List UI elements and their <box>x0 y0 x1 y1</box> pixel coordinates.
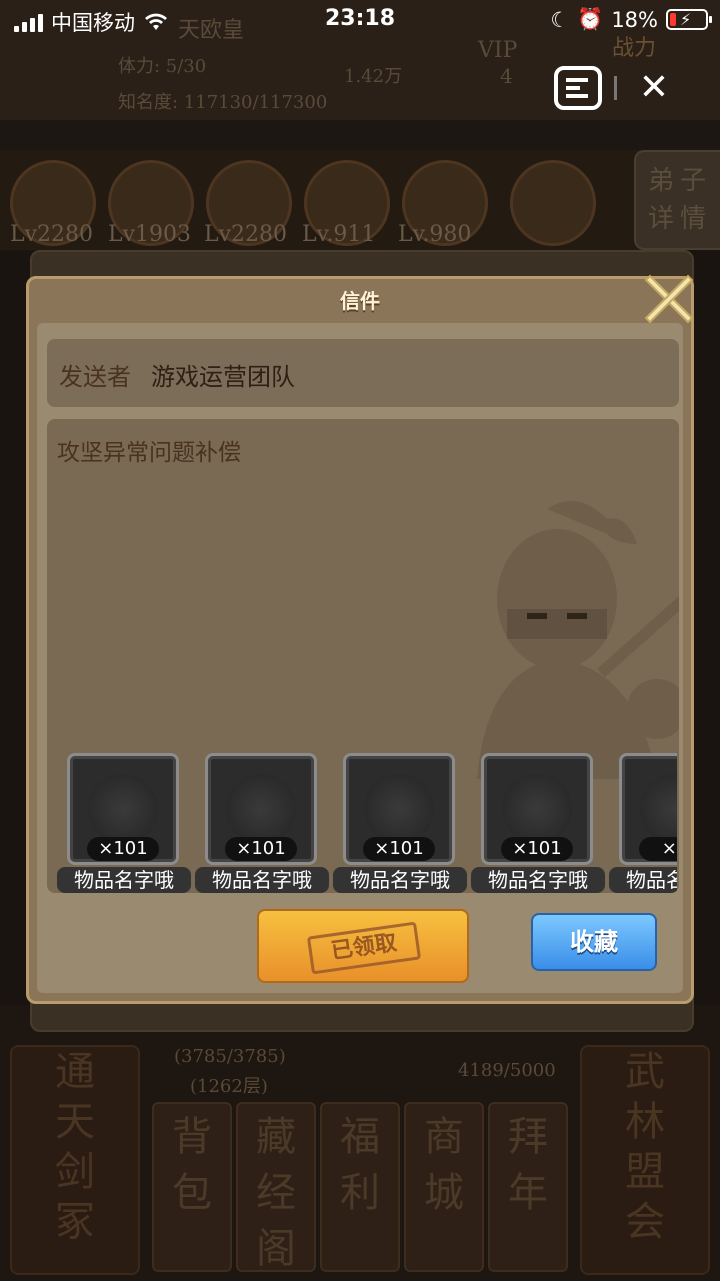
hero-portrait <box>510 160 596 246</box>
status-bar: 中国移动 23:18 ☾ ⏰ 18% ⚡ <box>0 0 720 42</box>
vip-level: 4 <box>500 64 513 88</box>
attachment-list: ×101 物品名字哦 ×101 物品名字哦 ×101 物品名字哦 ×101 物品… <box>57 753 677 893</box>
charging-icon: ⚡ <box>680 10 692 29</box>
stamina-text: 体力: 5/30 <box>118 56 207 77</box>
library-button[interactable]: 藏 经 阁 <box>236 1102 316 1272</box>
item-count: ×101 <box>225 837 297 861</box>
claimed-button[interactable]: 已领取 <box>257 909 469 983</box>
gold-text: 1.42万 <box>344 66 403 87</box>
battery-percent: 18% <box>611 7 658 32</box>
claimed-stamp: 已领取 <box>306 921 422 975</box>
bag-button[interactable]: 背 包 <box>152 1102 232 1272</box>
hero-level: Lv1903 <box>108 222 192 247</box>
welfare-button[interactable]: 福 利 <box>320 1102 400 1272</box>
ninja-watermark <box>477 501 679 779</box>
disciple-details-tab[interactable]: 弟 子 详 情 <box>634 150 720 250</box>
battery-fill <box>670 13 676 26</box>
attachment-item[interactable]: ×101 物品名字哦 <box>195 753 331 893</box>
hero-level: Lv2280 <box>204 222 288 247</box>
item-count: ×101 <box>501 837 573 861</box>
item-name: 物品名字哦 <box>471 867 605 893</box>
divider-strip <box>0 120 720 150</box>
item-name: 物品名字哦 <box>57 867 191 893</box>
mail-content: 攻坚异常问题补偿 <box>57 440 241 466</box>
hero-level: Lv.911 <box>302 222 376 247</box>
mail-dialog: 信件 发送者 游戏运营团队 攻坚异常问题补偿 ×101 物品名字哦 ×101 物… <box>26 276 694 1004</box>
sender-value: 游戏运营团队 <box>151 363 295 391</box>
moon-icon: ☾ <box>550 7 570 32</box>
shop-button[interactable]: 商 城 <box>404 1102 484 1272</box>
sender-row: 发送者 游戏运营团队 <box>47 339 679 407</box>
attachment-item[interactable]: ×101 物品名字哦 <box>333 753 469 893</box>
sender-label: 发送者 <box>59 363 131 391</box>
close-icon[interactable]: ✕ <box>636 70 672 106</box>
attachment-item[interactable]: ×101 物品名字哦 <box>57 753 193 893</box>
item-name: 物品名字哦 <box>609 867 677 893</box>
attachment-item[interactable]: ×1 物品名字哦 <box>609 753 677 893</box>
alarm-icon: ⏰ <box>577 7 604 31</box>
capsule-divider <box>614 76 617 100</box>
hero-level: Lv2280 <box>10 222 94 247</box>
new-year-button[interactable]: 拜 年 <box>488 1102 568 1272</box>
attachment-item[interactable]: ×101 物品名字哦 <box>471 753 607 893</box>
item-name: 物品名字哦 <box>195 867 329 893</box>
battery-icon: ⚡ <box>666 9 712 30</box>
fame-text: 知名度: 117130/117300 <box>118 92 328 113</box>
floor-text: (1262层) <box>190 1076 268 1097</box>
hero-level: Lv.980 <box>398 222 472 247</box>
menu-icon[interactable] <box>554 66 602 110</box>
item-count: ×101 <box>87 837 159 861</box>
dialog-close-icon[interactable] <box>640 270 698 328</box>
item-count: ×101 <box>363 837 435 861</box>
collect-button[interactable]: 收藏 <box>531 913 657 971</box>
mail-content-box: 攻坚异常问题补偿 ×101 物品名字哦 ×101 物品名字哦 ×101 物品名字… <box>47 419 679 893</box>
tongtian-sword-button[interactable]: 通 天 剑 冢 <box>10 1045 140 1275</box>
item-name: 物品名字哦 <box>333 867 467 893</box>
martial-alliance-button[interactable]: 武 林 盟 会 <box>580 1045 710 1275</box>
progress-text: (3785/3785) <box>174 1046 286 1067</box>
item-count: ×1 <box>639 837 677 861</box>
dialog-body: 发送者 游戏运营团队 攻坚异常问题补偿 ×101 物品名字哦 ×101 物品名字… <box>37 323 683 993</box>
dialog-title: 信件 <box>340 289 380 313</box>
exp-text: 4189/5000 <box>458 1060 556 1081</box>
